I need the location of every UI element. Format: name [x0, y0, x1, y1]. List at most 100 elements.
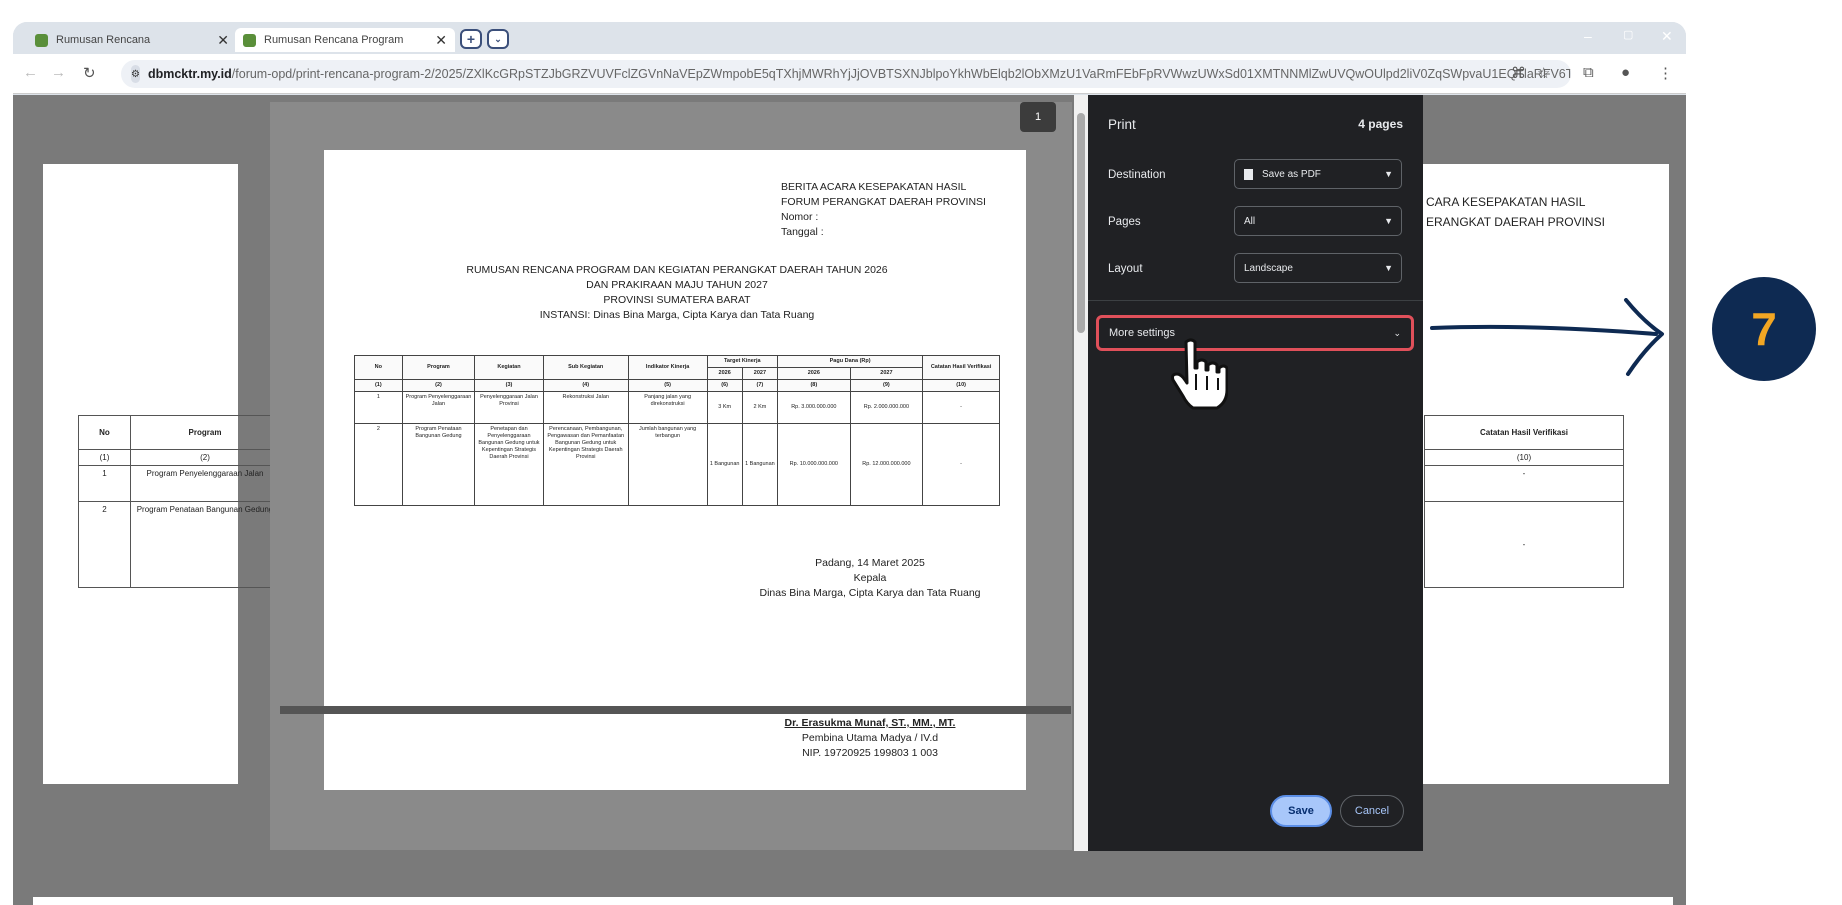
- site-favicon-icon: [35, 33, 48, 47]
- bookmark-star-icon[interactable]: ☆: [1537, 64, 1550, 82]
- bg-th: Catatan Hasil Verifikasi: [1424, 415, 1624, 450]
- cancel-button[interactable]: Cancel: [1340, 795, 1404, 827]
- forward-arrow-icon[interactable]: →: [51, 64, 66, 81]
- extensions-icon[interactable]: ⧉: [1583, 64, 1594, 81]
- cell: Perencanaan, Pembangunan, Pengawasan dan…: [542, 423, 629, 506]
- background-header-line: ERANGKAT DAERAH PROVINSI: [1426, 215, 1605, 229]
- cell: Rp. 2.000.000.000: [849, 391, 924, 424]
- site-info-icon[interactable]: ⚙: [131, 65, 140, 83]
- background-page-bottom: [33, 897, 1673, 905]
- url-host: dbmcktr.my.id: [147, 67, 232, 81]
- background-table-right: Catatan Hasil Verifikasi (10) - -: [1424, 415, 1624, 588]
- tab-search-chevron-down-icon[interactable]: ⌄: [487, 29, 509, 49]
- idx: (3): [474, 379, 544, 392]
- chevron-down-icon: ▼: [1384, 216, 1393, 226]
- cell: Program Penataan Bangunan Gedung: [401, 423, 476, 506]
- close-icon[interactable]: ✕: [217, 32, 229, 49]
- bg-td: (1): [78, 449, 131, 466]
- background-header-line: CARA KESEPAKATAN HASIL: [1426, 195, 1586, 209]
- title-line: PROVINSI SUMATERA BARAT: [603, 294, 751, 306]
- cell: Penyelenggaraan Jalan Provinsi: [474, 391, 544, 424]
- cell: -: [922, 423, 1000, 506]
- scrollbar-thumb[interactable]: [1077, 113, 1085, 333]
- destination-label: Destination: [1108, 169, 1166, 181]
- idx: (10): [922, 379, 1000, 392]
- cell: Program Penyelenggaraan Jalan: [401, 391, 476, 424]
- pages-value: All: [1244, 215, 1256, 227]
- pages-select[interactable]: All ▼: [1234, 206, 1402, 236]
- url-input[interactable]: ⚙ dbmcktr.my.id /forum-opd/print-rencana…: [121, 60, 1571, 88]
- sign-line: Kepala: [853, 572, 887, 584]
- restore-icon[interactable]: ▢: [1623, 28, 1633, 41]
- tab-rumusan-rencana[interactable]: Rumusan Rencana ✕: [27, 28, 237, 52]
- bg-td: 1: [78, 465, 131, 502]
- arrow-right-icon: [1430, 298, 1664, 376]
- layout-value: Landscape: [1244, 262, 1293, 274]
- save-button[interactable]: Save: [1270, 795, 1332, 827]
- bg-td: -: [1424, 465, 1624, 502]
- layout-select[interactable]: Landscape ▼: [1234, 253, 1402, 283]
- cell: 1: [354, 391, 403, 424]
- chevron-down-icon: ▼: [1384, 169, 1393, 179]
- title-line: DAN PRAKIRAAN MAJU TAHUN 2027: [586, 279, 768, 291]
- page-number-badge: 1: [1020, 102, 1056, 132]
- th-indikator: Indikator Kinerja: [627, 355, 708, 380]
- preview-scrollbar[interactable]: [1074, 95, 1088, 851]
- th-year: 2027: [741, 367, 779, 380]
- idx: (7): [741, 379, 779, 392]
- cell: Rekonstruksi Jalan: [542, 391, 629, 424]
- tab-label: Rumusan Rencana: [56, 34, 151, 46]
- th-year: 2026: [777, 367, 851, 380]
- th-pagu: Pagu Dana (Rp): [777, 355, 924, 368]
- cell: Rp. 10.000.000.000: [777, 423, 851, 506]
- destination-select[interactable]: Save as PDF ▼: [1234, 159, 1402, 189]
- address-bar-row: ← → ↻ ⚙ dbmcktr.my.id /forum-opd/print-r…: [13, 54, 1686, 94]
- program-table: No Program Kegiatan Sub Kegiatan Indikat…: [354, 355, 1000, 506]
- idx: (6): [706, 379, 743, 392]
- pages-label: Pages: [1108, 216, 1141, 228]
- chevron-down-icon: ▼: [1384, 263, 1393, 273]
- destination-value: Save as PDF: [1262, 168, 1321, 180]
- th-year: 2026: [706, 367, 743, 380]
- translate-icon[interactable]: ⌘: [1511, 64, 1526, 82]
- tab-label: Rumusan Rencana Program: [264, 34, 404, 46]
- minimize-icon[interactable]: –: [1584, 28, 1592, 44]
- document-icon: [1244, 168, 1253, 180]
- bg-td: (10): [1424, 449, 1624, 466]
- cell: Rp. 12.000.000.000: [849, 423, 924, 506]
- signer-line: NIP. 19720925 199803 1 003: [802, 747, 938, 759]
- back-arrow-icon[interactable]: ←: [23, 64, 38, 81]
- layout-label: Layout: [1108, 263, 1143, 275]
- cell: Jumlah bangunan yang terbangun: [627, 423, 708, 506]
- print-settings-panel: Print 4 pages Destination Save as PDF ▼ …: [1088, 95, 1423, 851]
- sign-line: Padang, 14 Maret 2025: [815, 557, 925, 569]
- header-line: Nomor :: [781, 211, 819, 223]
- signature-place-date: Padang, 14 Maret 2025 Kepala Dinas Bina …: [740, 556, 1000, 601]
- cell: Rp. 3.000.000.000: [777, 391, 851, 424]
- tab-rumusan-rencana-program[interactable]: Rumusan Rencana Program ✕: [235, 28, 455, 52]
- cell: 2 Km: [741, 391, 779, 424]
- title-line: INSTANSI: Dinas Bina Marga, Cipta Karya …: [539, 309, 815, 321]
- url-path: /forum-opd/print-rencana-program-2/2025/…: [231, 67, 1571, 81]
- more-settings-toggle[interactable]: More settings ⌄: [1096, 315, 1414, 351]
- reload-icon[interactable]: ↻: [83, 64, 96, 82]
- cell: 3 Km: [706, 391, 743, 424]
- chevron-down-icon: ⌄: [1393, 327, 1401, 338]
- menu-kebab-icon[interactable]: ⋮: [1658, 64, 1673, 82]
- more-settings-label: More settings: [1109, 327, 1176, 339]
- cell: Penetapan dan Penyelenggaraan Bangunan G…: [474, 423, 544, 506]
- window-close-icon[interactable]: ✕: [1661, 28, 1673, 45]
- sign-line: Dinas Bina Marga, Cipta Karya dan Tata R…: [759, 587, 981, 599]
- site-favicon-icon: [243, 33, 256, 47]
- idx: (1): [354, 379, 403, 392]
- cell: Panjang jalan yang direkonstruksi: [627, 391, 708, 424]
- close-icon[interactable]: ✕: [435, 32, 447, 49]
- profile-avatar-icon[interactable]: ●: [1621, 64, 1630, 81]
- header-line: BERITA ACARA KESEPAKATAN HASIL: [781, 181, 967, 193]
- idx: (8): [777, 379, 851, 392]
- bg-th: No: [78, 415, 131, 450]
- signer-line: Pembina Utama Madya / IV.d: [801, 732, 939, 744]
- table-row: 2 Program Penataan Bangunan Gedung Penet…: [354, 423, 1000, 506]
- th-sub-kegiatan: Sub Kegiatan: [542, 355, 629, 380]
- new-tab-button[interactable]: +: [460, 29, 482, 49]
